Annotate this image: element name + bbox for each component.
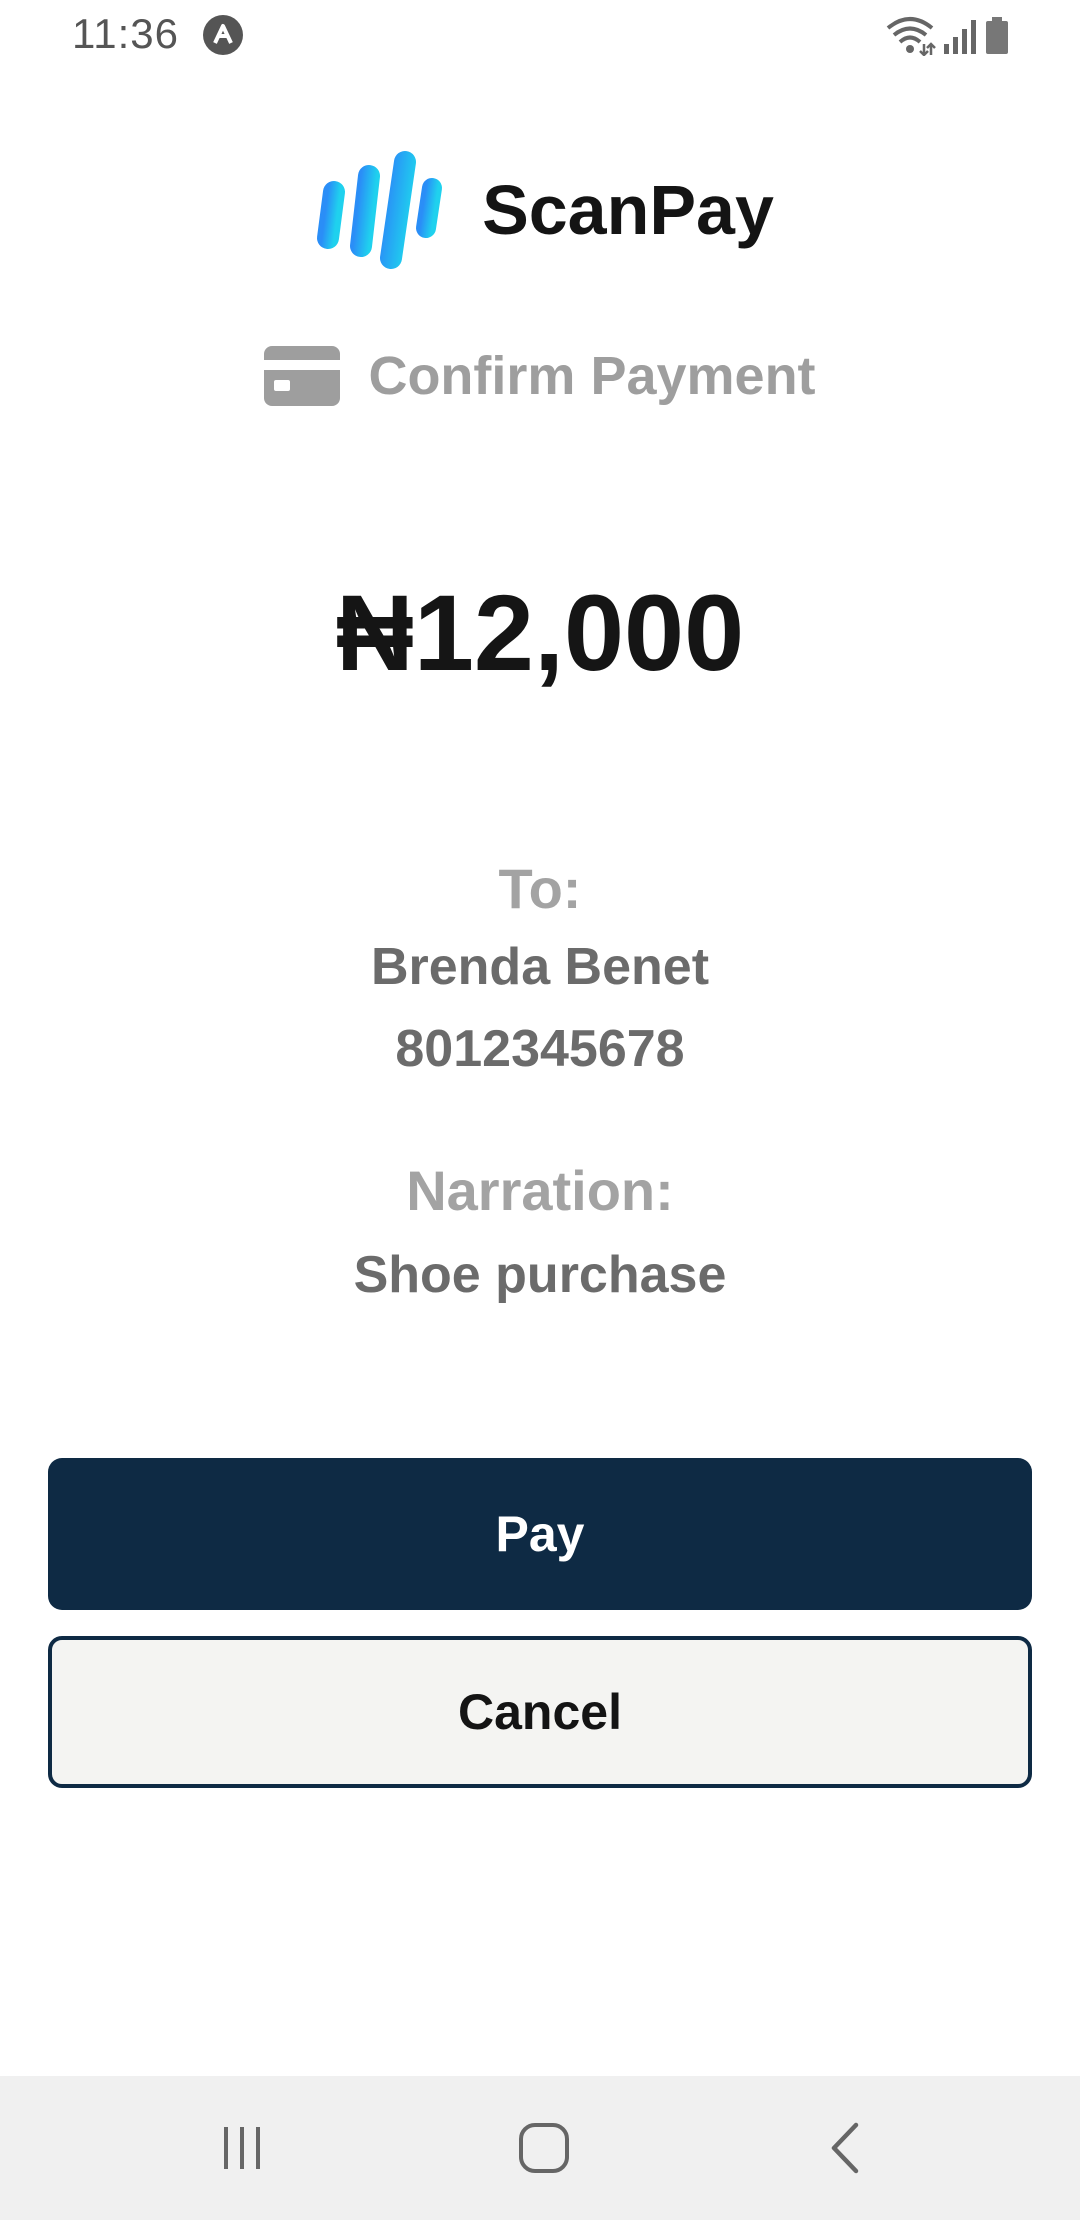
home-button[interactable] xyxy=(499,2108,589,2188)
recipient-account: 8012345678 xyxy=(395,1020,685,1078)
signal-icon xyxy=(944,20,976,54)
to-label: To: xyxy=(498,857,582,920)
cancel-button[interactable]: Cancel xyxy=(48,1636,1032,1788)
narration-value: Shoe purchase xyxy=(353,1246,727,1304)
brand-name: ScanPay xyxy=(482,171,774,249)
status-icons xyxy=(884,14,1010,56)
brand-header: ScanPay xyxy=(0,150,1080,270)
cancel-button-label: Cancel xyxy=(458,1684,622,1740)
page-title: Confirm Payment xyxy=(368,346,816,406)
narration-label: Narration: xyxy=(406,1159,674,1222)
battery-icon xyxy=(986,17,1008,54)
pay-button-label: Pay xyxy=(495,1506,585,1562)
home-icon xyxy=(519,2123,569,2173)
recent-apps-icon xyxy=(224,2127,260,2169)
status-time: 11:36 xyxy=(72,10,179,57)
back-icon xyxy=(831,2122,859,2174)
system-nav-bar xyxy=(0,2076,1080,2220)
recent-apps-button[interactable] xyxy=(197,2108,287,2188)
scanpay-logo-icon xyxy=(317,151,443,269)
recipient-name: Brenda Benet xyxy=(370,938,710,996)
payment-amount: ₦12,000 xyxy=(335,572,745,693)
confirm-payment-header: Confirm Payment xyxy=(0,345,1080,407)
status-bar: 11:36 xyxy=(0,0,1080,72)
pay-button[interactable]: Pay xyxy=(48,1458,1032,1610)
narration-section: Narration: Shoe purchase xyxy=(0,1152,1080,1320)
back-button[interactable] xyxy=(801,2108,891,2188)
recipient-section: To: Brenda Benet 8012345678 xyxy=(0,852,1080,1090)
app-notification-icon xyxy=(203,15,243,55)
credit-card-icon xyxy=(264,346,341,406)
wifi-icon xyxy=(886,17,936,56)
